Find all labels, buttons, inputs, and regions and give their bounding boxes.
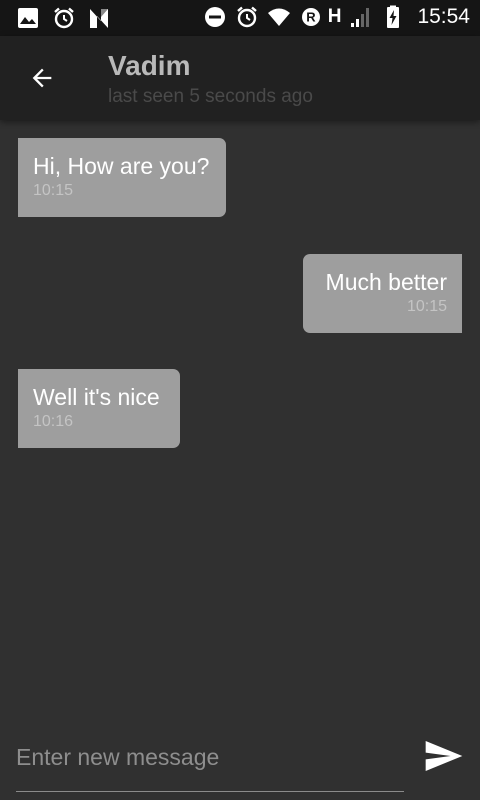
message-text: Much better	[325, 269, 447, 295]
message-input[interactable]	[16, 740, 404, 774]
arrow-back-icon	[32, 68, 52, 88]
battery-charging-icon	[387, 5, 400, 28]
signal-icon	[351, 8, 370, 27]
chat-app-bar: Vadim last seen 5 seconds ago	[0, 36, 480, 120]
message-time: 10:16	[33, 413, 74, 430]
send-icon	[425, 741, 463, 771]
message-composer	[0, 720, 480, 800]
message-text: Hi, How are you?	[33, 153, 210, 179]
send-button[interactable]	[420, 734, 468, 778]
input-underline	[16, 791, 404, 792]
status-bar-right: R H 15:54	[203, 5, 470, 29]
alarm-icon	[236, 6, 257, 28]
image-icon	[18, 8, 38, 28]
do-not-disturb-icon	[204, 7, 225, 27]
last-seen-status: last seen 5 seconds ago	[108, 86, 313, 107]
network-type-label: H	[327, 6, 342, 27]
svg-text:R: R	[306, 10, 316, 25]
status-time: 15:54	[417, 5, 470, 28]
message-text: Well it's nice	[33, 384, 160, 410]
n-logo-icon	[90, 9, 108, 28]
message-bubble-incoming: Hi, How are you? 10:15	[18, 138, 226, 217]
status-bar-left	[16, 6, 112, 30]
registered-icon: R	[301, 8, 320, 26]
message-bubble-outgoing: Much better 10:15	[303, 254, 462, 333]
message-time: 10:15	[33, 182, 74, 199]
message-time: 10:15	[406, 298, 447, 315]
alarm-icon	[54, 7, 74, 29]
wifi-icon	[267, 8, 290, 26]
back-button[interactable]	[20, 56, 64, 100]
message-bubble-incoming: Well it's nice 10:16	[18, 369, 180, 448]
status-bar: R H 15:54	[0, 0, 480, 36]
contact-name: Vadim	[108, 50, 191, 81]
